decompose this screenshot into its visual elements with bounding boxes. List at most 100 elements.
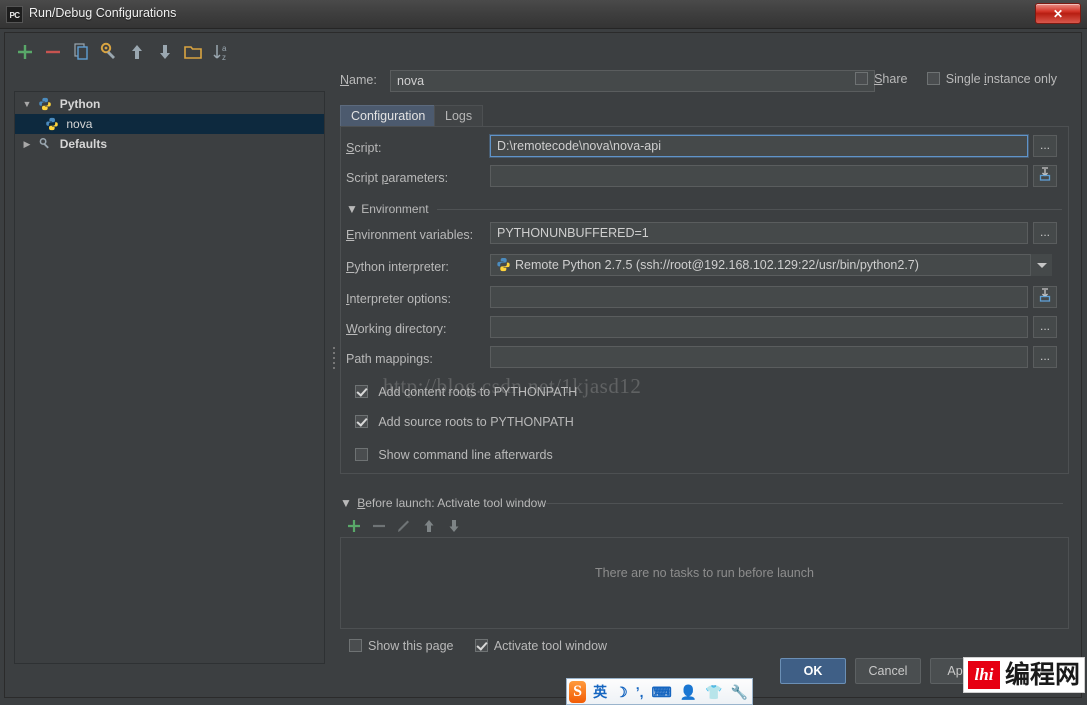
tree-node-defaults[interactable]: ▶ Defaults [15, 134, 324, 154]
move-down-icon[interactable] [154, 41, 176, 63]
cancel-button[interactable]: Cancel [855, 658, 921, 684]
single-instance-only-checkbox[interactable] [927, 72, 940, 85]
path-mappings-browse-button[interactable]: ... [1033, 346, 1057, 368]
working-directory-browse-button[interactable]: ... [1033, 316, 1057, 338]
tab-logs[interactable]: Logs [434, 105, 483, 127]
add-content-roots-row: Add content roots to PYTHONPATH [355, 385, 577, 399]
add-content-roots-checkbox[interactable] [355, 385, 368, 398]
interpreter-options-expand-button[interactable] [1033, 286, 1057, 308]
title-bar: PC Run/Debug Configurations ✕ [0, 0, 1087, 29]
add-task-icon[interactable] [344, 516, 364, 536]
script-label: Script: [346, 141, 381, 155]
ime-language-icon[interactable]: 英 [593, 681, 607, 703]
before-launch-divider [545, 503, 1063, 504]
gear-icon [38, 137, 52, 157]
ime-toolbar[interactable]: S 英 ☽ ʼ, ⌨ 👤 👕 🔧 [566, 678, 753, 705]
environment-section-title[interactable]: ▼ Environment [346, 202, 429, 216]
script-parameters-expand-button[interactable] [1033, 165, 1057, 187]
add-source-roots-row: Add source roots to PYTHONPATH [355, 415, 574, 429]
show-this-page-label: Show this page [368, 639, 453, 653]
path-mappings-input[interactable] [490, 346, 1028, 368]
working-directory-label: Working directory: [346, 322, 447, 336]
remove-icon[interactable] [42, 41, 64, 63]
single-instance-only-label: Single instance only [946, 72, 1057, 86]
tree-node-label: Python [60, 97, 101, 111]
python-icon [496, 257, 511, 275]
remove-task-icon [369, 516, 389, 536]
path-mappings-label: Path mappings: [346, 352, 433, 366]
interpreter-options-input[interactable] [490, 286, 1028, 308]
name-input[interactable]: nova [390, 70, 875, 92]
tree-twisty-collapsed[interactable]: ▶ [19, 134, 35, 154]
settings-gear-icon[interactable] [98, 41, 120, 63]
ime-punctuation-icon[interactable]: ʼ, [636, 681, 644, 703]
environment-title-text: Environment [361, 202, 428, 216]
add-source-roots-label: Add source roots to PYTHONPATH [378, 415, 573, 429]
panel-drag-handle[interactable] [333, 347, 336, 373]
script-parameters-input[interactable] [490, 165, 1028, 187]
before-launch-empty-message: There are no tasks to run before launch [341, 566, 1068, 580]
add-source-roots-checkbox[interactable] [355, 415, 368, 428]
svg-text:z: z [222, 53, 226, 62]
app-icon: PC [6, 6, 23, 23]
edit-task-icon [394, 516, 414, 536]
dialog-body: a z ▼ Python [0, 29, 1087, 705]
interpreter-options-label: Interpreter options: [346, 292, 451, 306]
environment-twisty[interactable]: ▼ [346, 202, 358, 216]
ime-keyboard-icon[interactable]: ⌨ [651, 681, 671, 703]
ime-tools-icon[interactable]: 🔧 [731, 681, 748, 703]
run-debug-configurations-dialog: PC Run/Debug Configurations ✕ [0, 0, 1087, 705]
script-browse-button[interactable]: ... [1033, 135, 1057, 157]
copy-icon[interactable] [70, 41, 92, 63]
python-interpreter-select[interactable]: Remote Python 2.7.5 (ssh://root@192.168.… [490, 254, 1052, 276]
before-launch-twisty[interactable]: ▼ [340, 496, 352, 510]
tree-node-label: nova [66, 117, 92, 131]
share-checkbox[interactable] [855, 72, 868, 85]
close-icon[interactable]: ✕ [1035, 3, 1081, 24]
tree-twisty-expanded[interactable]: ▼ [19, 94, 35, 114]
before-launch-task-list[interactable]: There are no tasks to run before launch [340, 537, 1069, 629]
move-task-up-icon [419, 516, 439, 536]
share-label: Share [874, 72, 907, 86]
add-icon[interactable] [14, 41, 36, 63]
environment-variables-input[interactable]: PYTHONUNBUFFERED=1 [490, 222, 1028, 244]
tab-bar: Configuration Logs [340, 105, 1070, 127]
ok-button[interactable]: OK [780, 658, 846, 684]
chevron-down-icon[interactable] [1030, 254, 1052, 276]
watermark-logo-mark: lhi [968, 661, 1000, 689]
configurations-toolbar: a z [10, 41, 320, 67]
tree-node-nova[interactable]: nova [15, 114, 324, 134]
configurations-tree[interactable]: ▼ Python nova ▶ [14, 91, 325, 664]
script-parameters-label: Script parameters: [346, 171, 448, 185]
move-up-icon[interactable] [126, 41, 148, 63]
activate-tool-window-label: Activate tool window [494, 639, 607, 653]
move-task-down-icon [444, 516, 464, 536]
working-directory-input[interactable] [490, 316, 1028, 338]
svg-text:a: a [222, 44, 227, 53]
before-launch-title[interactable]: ▼ Before launch: Activate tool window [340, 496, 546, 510]
show-command-line-checkbox[interactable] [355, 448, 368, 461]
before-launch-title-text: efore launch: Activate tool window [365, 496, 546, 510]
add-content-roots-label: Add content roots to PYTHONPATH [378, 385, 577, 399]
script-input[interactable]: D:\remotecode\nova\nova-api [490, 135, 1028, 157]
folder-icon[interactable] [182, 41, 204, 63]
ime-moon-icon[interactable]: ☽ [615, 681, 628, 703]
show-command-line-row: Show command line afterwards [355, 448, 553, 462]
show-command-line-label: Show command line afterwards [378, 448, 552, 462]
tree-node-python[interactable]: ▼ Python [15, 94, 324, 114]
sort-alphabetically-icon[interactable]: a z [210, 41, 232, 63]
tab-configuration[interactable]: Configuration [340, 105, 436, 127]
activate-tool-window-checkbox[interactable] [475, 639, 488, 652]
ime-logo-icon[interactable]: S [569, 681, 586, 703]
show-this-page-checkbox[interactable] [349, 639, 362, 652]
environment-variables-browse-button[interactable]: ... [1033, 222, 1057, 244]
watermark-logo-text: 编程网 [1005, 661, 1080, 689]
before-launch-options: Show this page Activate tool window [349, 639, 625, 653]
ime-user-icon[interactable]: 👤 [680, 681, 697, 703]
environment-divider [437, 209, 1062, 210]
ime-skin-icon[interactable]: 👕 [705, 681, 722, 703]
python-interpreter-label: Python interpreter: [346, 260, 449, 274]
top-options: Share Single instance only [855, 72, 1073, 86]
name-label: Name: [340, 73, 377, 87]
window-title: Run/Debug Configurations [29, 6, 176, 20]
